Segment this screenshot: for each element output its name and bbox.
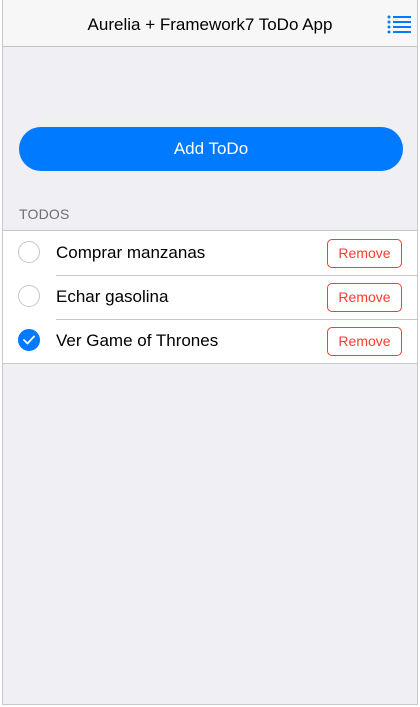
todo-list: Comprar manzanas Remove Echar gasolina R… bbox=[3, 230, 417, 364]
todo-checkbox[interactable] bbox=[18, 285, 40, 307]
todo-text: Comprar manzanas bbox=[56, 243, 206, 262]
page-title: Aurelia + Framework7 ToDo App bbox=[87, 15, 333, 34]
todos-section-title: TODOS bbox=[19, 206, 70, 222]
app-frame: Aurelia + Framework7 ToDo App Add ToDo T… bbox=[2, 0, 418, 705]
todo-item: Ver Game of Thrones Remove bbox=[3, 319, 417, 363]
todo-checkbox[interactable] bbox=[18, 241, 40, 263]
remove-button[interactable]: Remove bbox=[327, 327, 402, 356]
todo-item: Echar gasolina Remove bbox=[3, 275, 417, 319]
list-menu-icon[interactable] bbox=[387, 14, 411, 34]
navbar: Aurelia + Framework7 ToDo App bbox=[3, 0, 417, 47]
todo-checkbox[interactable] bbox=[18, 329, 40, 351]
remove-button[interactable]: Remove bbox=[327, 283, 402, 312]
todo-item: Comprar manzanas Remove bbox=[3, 231, 417, 275]
todo-text: Ver Game of Thrones bbox=[56, 331, 219, 350]
checkmark-icon bbox=[23, 335, 35, 345]
todo-text: Echar gasolina bbox=[56, 287, 169, 306]
add-todo-button[interactable]: Add ToDo bbox=[19, 127, 403, 171]
remove-button[interactable]: Remove bbox=[327, 239, 402, 268]
